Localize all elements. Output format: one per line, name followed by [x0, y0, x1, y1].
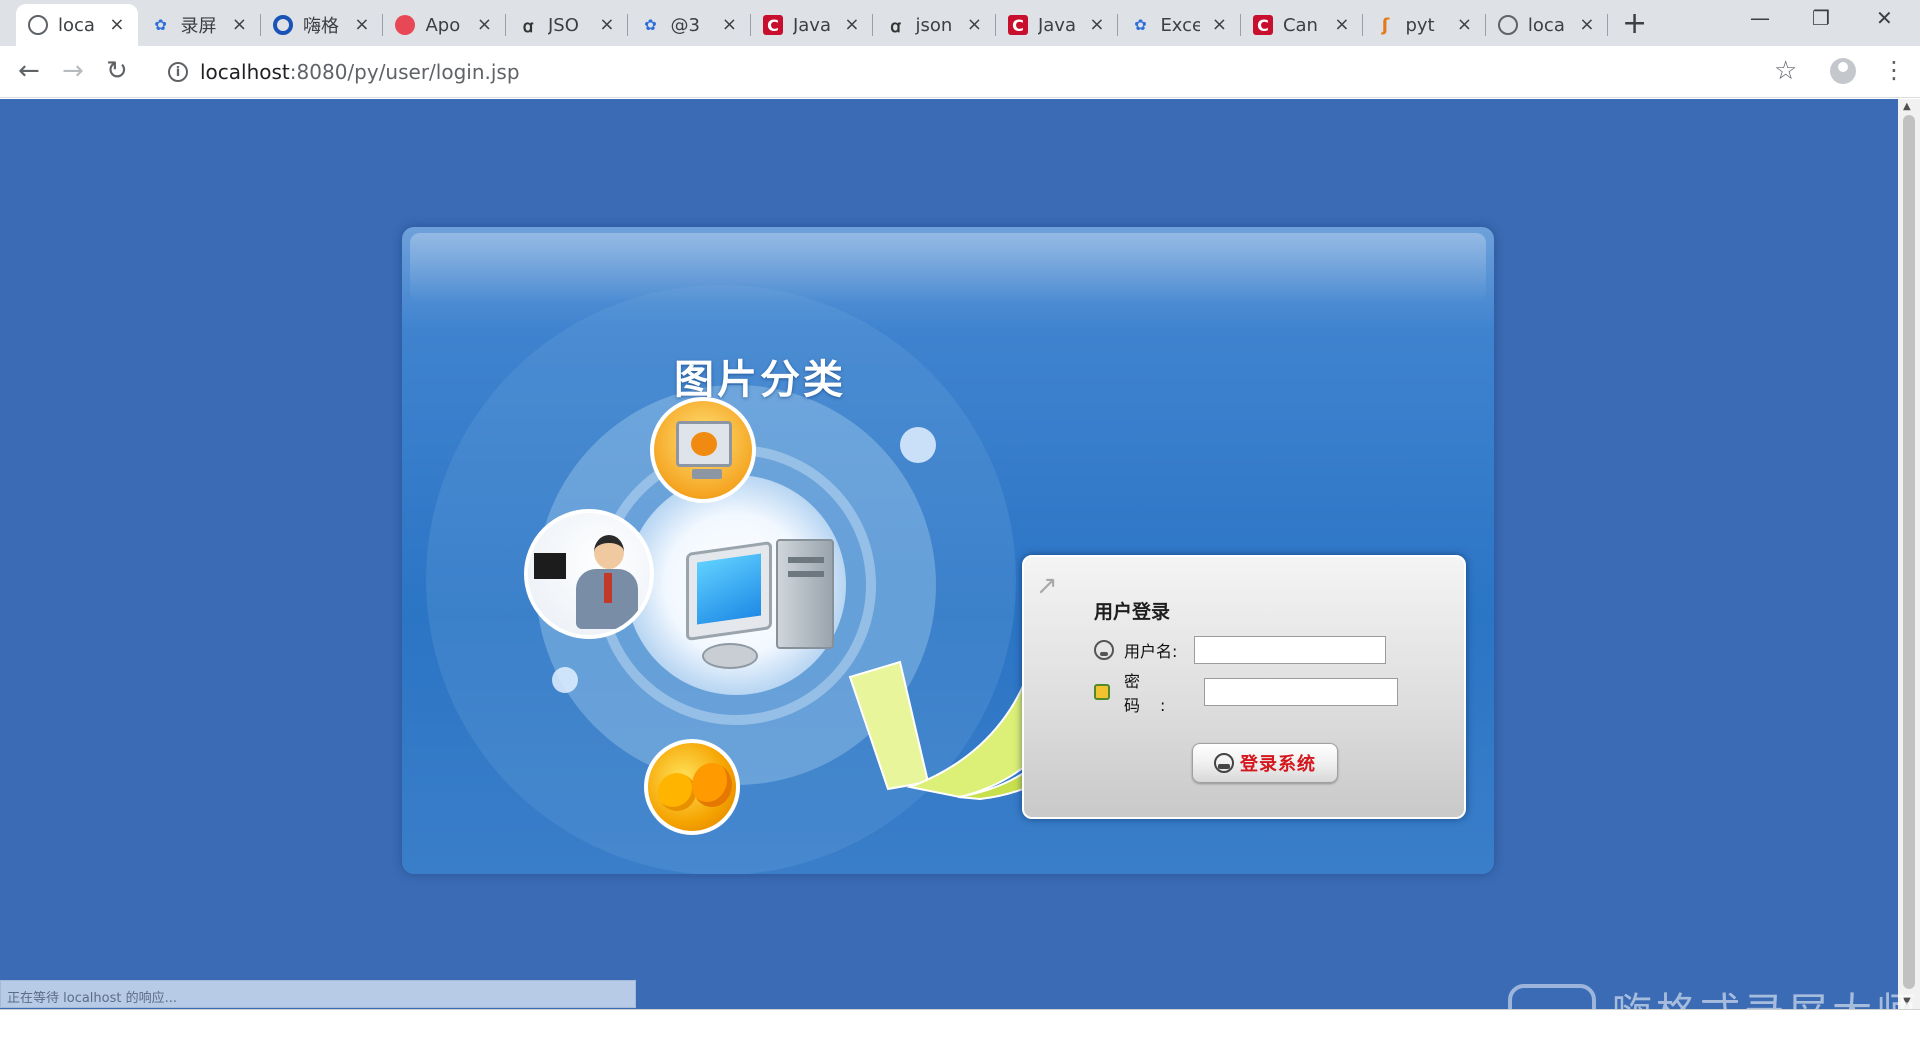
- reload-button[interactable]: ↻: [106, 56, 128, 86]
- tab-close-icon[interactable]: ×: [354, 14, 369, 35]
- info-icon[interactable]: i: [168, 62, 188, 82]
- browser-tab[interactable]: ✿ 录屏 ×: [138, 4, 261, 46]
- browser-menu-icon[interactable]: ⋮: [1882, 56, 1906, 84]
- tab-close-icon[interactable]: ×: [1457, 14, 1472, 35]
- csdn-c-icon: C: [1252, 15, 1273, 35]
- blue-ring-icon: [272, 15, 293, 35]
- address-bar[interactable]: i localhost:8080/py/user/login.jsp: [152, 52, 1782, 92]
- username-row: 用户名:: [1094, 635, 1386, 665]
- lock-icon: [1094, 684, 1110, 700]
- monitor-badge-icon: [650, 397, 756, 503]
- tab-title: @3: [670, 14, 700, 36]
- tab-title: Apo: [425, 14, 461, 36]
- csdn-c-icon: C: [1007, 15, 1028, 35]
- decor-bubble: [552, 667, 578, 693]
- tab-title: Can: [1282, 14, 1318, 36]
- user-login-icon: [1214, 753, 1234, 773]
- password-row: 密码:: [1094, 672, 1398, 715]
- browser-tab[interactable]: ꭤ json ×: [873, 4, 996, 46]
- bookmark-star-icon[interactable]: ☆: [1774, 56, 1797, 86]
- baidu-paw-icon: ✿: [1134, 16, 1147, 34]
- browser-tab[interactable]: loca ×: [16, 4, 139, 46]
- browser-tab[interactable]: loca ×: [1486, 4, 1609, 46]
- tab-close-icon[interactable]: ×: [1334, 14, 1349, 35]
- back-button[interactable]: ←: [18, 56, 40, 86]
- browser-tab[interactable]: ꭤ JSO ×: [506, 4, 629, 46]
- bottom-strip: [0, 1009, 1920, 1033]
- minimize-button[interactable]: —: [1750, 6, 1770, 30]
- browser-tab[interactable]: C Java ×: [751, 4, 874, 46]
- login-heading: 用户登录: [1094, 601, 1171, 623]
- browser-tab[interactable]: 嗨格 ×: [261, 4, 384, 46]
- tab-close-icon[interactable]: ×: [967, 14, 982, 35]
- tab-strip: loca × ✿ 录屏 × 嗨格 × Apo × ꭤ JSO × ✿ @3 × C Java × ꭤ json × C Ja…: [0, 0, 1920, 46]
- tab-title: pyt: [1405, 14, 1435, 36]
- decor-bubble: [900, 427, 936, 463]
- login-submit-button[interactable]: 登录系统: [1192, 743, 1338, 783]
- red-circle-icon: [395, 15, 416, 35]
- browser-tab[interactable]: ✿ Exce ×: [1118, 4, 1241, 46]
- tab-title: loca: [1527, 14, 1565, 36]
- scroll-thumb[interactable]: [1903, 115, 1915, 989]
- tab-close-icon[interactable]: ×: [1212, 14, 1227, 35]
- forward-button[interactable]: →: [62, 56, 84, 86]
- tab-close-icon[interactable]: ×: [232, 14, 247, 35]
- new-tab-button[interactable]: +: [1622, 6, 1647, 41]
- panel-gloss: [410, 233, 1486, 303]
- corner-arrow-icon: ↗: [1036, 571, 1058, 601]
- password-label: 密码:: [1124, 672, 1186, 715]
- tab-close-icon[interactable]: ×: [599, 14, 614, 35]
- tab-close-icon[interactable]: ×: [109, 14, 124, 35]
- browser-tab[interactable]: C Can ×: [1241, 4, 1364, 46]
- tab-separator: [1607, 14, 1609, 36]
- sos-icon: ꭤ: [522, 16, 534, 37]
- csdn-c-icon: C: [762, 15, 783, 35]
- browser-tab[interactable]: ʃ pyt ×: [1363, 4, 1486, 46]
- globe-icon: [1497, 15, 1518, 35]
- user-icon: [1094, 640, 1114, 660]
- sos-icon: ꭤ: [890, 16, 901, 37]
- tab-title: 嗨格: [302, 16, 339, 37]
- desktop-computer-icon: [686, 539, 836, 679]
- browser-tab[interactable]: ✿ @3 ×: [628, 4, 751, 46]
- username-input[interactable]: [1194, 636, 1386, 664]
- tab-close-icon[interactable]: ×: [722, 14, 737, 35]
- tab-close-icon[interactable]: ×: [477, 14, 492, 35]
- page-viewport: 图片分类 ↗ 用户登录 用户名: 密码: 登录系统: [0, 99, 1898, 1009]
- tab-close-icon[interactable]: ×: [1089, 14, 1104, 35]
- fruit-badge-icon: [644, 739, 740, 835]
- python-icon: ʃ: [1381, 14, 1390, 36]
- customer-service-badge-icon: [524, 509, 654, 639]
- tab-title: Exce: [1160, 14, 1201, 36]
- profile-avatar-icon[interactable]: [1830, 58, 1856, 84]
- globe-icon: [28, 15, 48, 35]
- page-scrollbar[interactable]: ▲ ▼: [1898, 99, 1920, 1009]
- status-bar: 正在等待 localhost 的响应...: [0, 980, 636, 1008]
- url-path: :8080/py/user/login.jsp: [289, 60, 520, 84]
- tab-close-icon[interactable]: ×: [1579, 14, 1594, 35]
- login-form: ↗ 用户登录 用户名: 密码: 登录系统: [1022, 555, 1466, 819]
- window-close-button[interactable]: ✕: [1876, 6, 1893, 30]
- url-host: localhost: [200, 60, 290, 84]
- password-input[interactable]: [1204, 678, 1398, 706]
- baidu-paw-icon: ✿: [644, 16, 657, 34]
- tab-title: Java: [792, 14, 831, 36]
- browser-toolbar: ← → ↻ i localhost:8080/py/user/login.jsp…: [0, 46, 1920, 98]
- tab-title: Java: [1037, 14, 1076, 36]
- restore-button[interactable]: ❐: [1812, 6, 1830, 30]
- baidu-paw-icon: ✿: [154, 16, 167, 34]
- tab-title: json: [915, 14, 953, 36]
- tab-title: JSO: [547, 14, 579, 36]
- tab-close-icon[interactable]: ×: [844, 14, 859, 35]
- tab-title: loca: [58, 14, 95, 36]
- scroll-up-arrow-icon[interactable]: ▲: [1903, 101, 1911, 112]
- browser-tab[interactable]: Apo ×: [383, 4, 506, 46]
- username-label: 用户名:: [1124, 642, 1178, 661]
- login-panel: 图片分类 ↗ 用户登录 用户名: 密码: 登录系统: [402, 227, 1494, 874]
- tab-title: 录屏: [180, 16, 217, 37]
- browser-tab[interactable]: C Java ×: [996, 4, 1119, 46]
- login-submit-label: 登录系统: [1240, 754, 1316, 775]
